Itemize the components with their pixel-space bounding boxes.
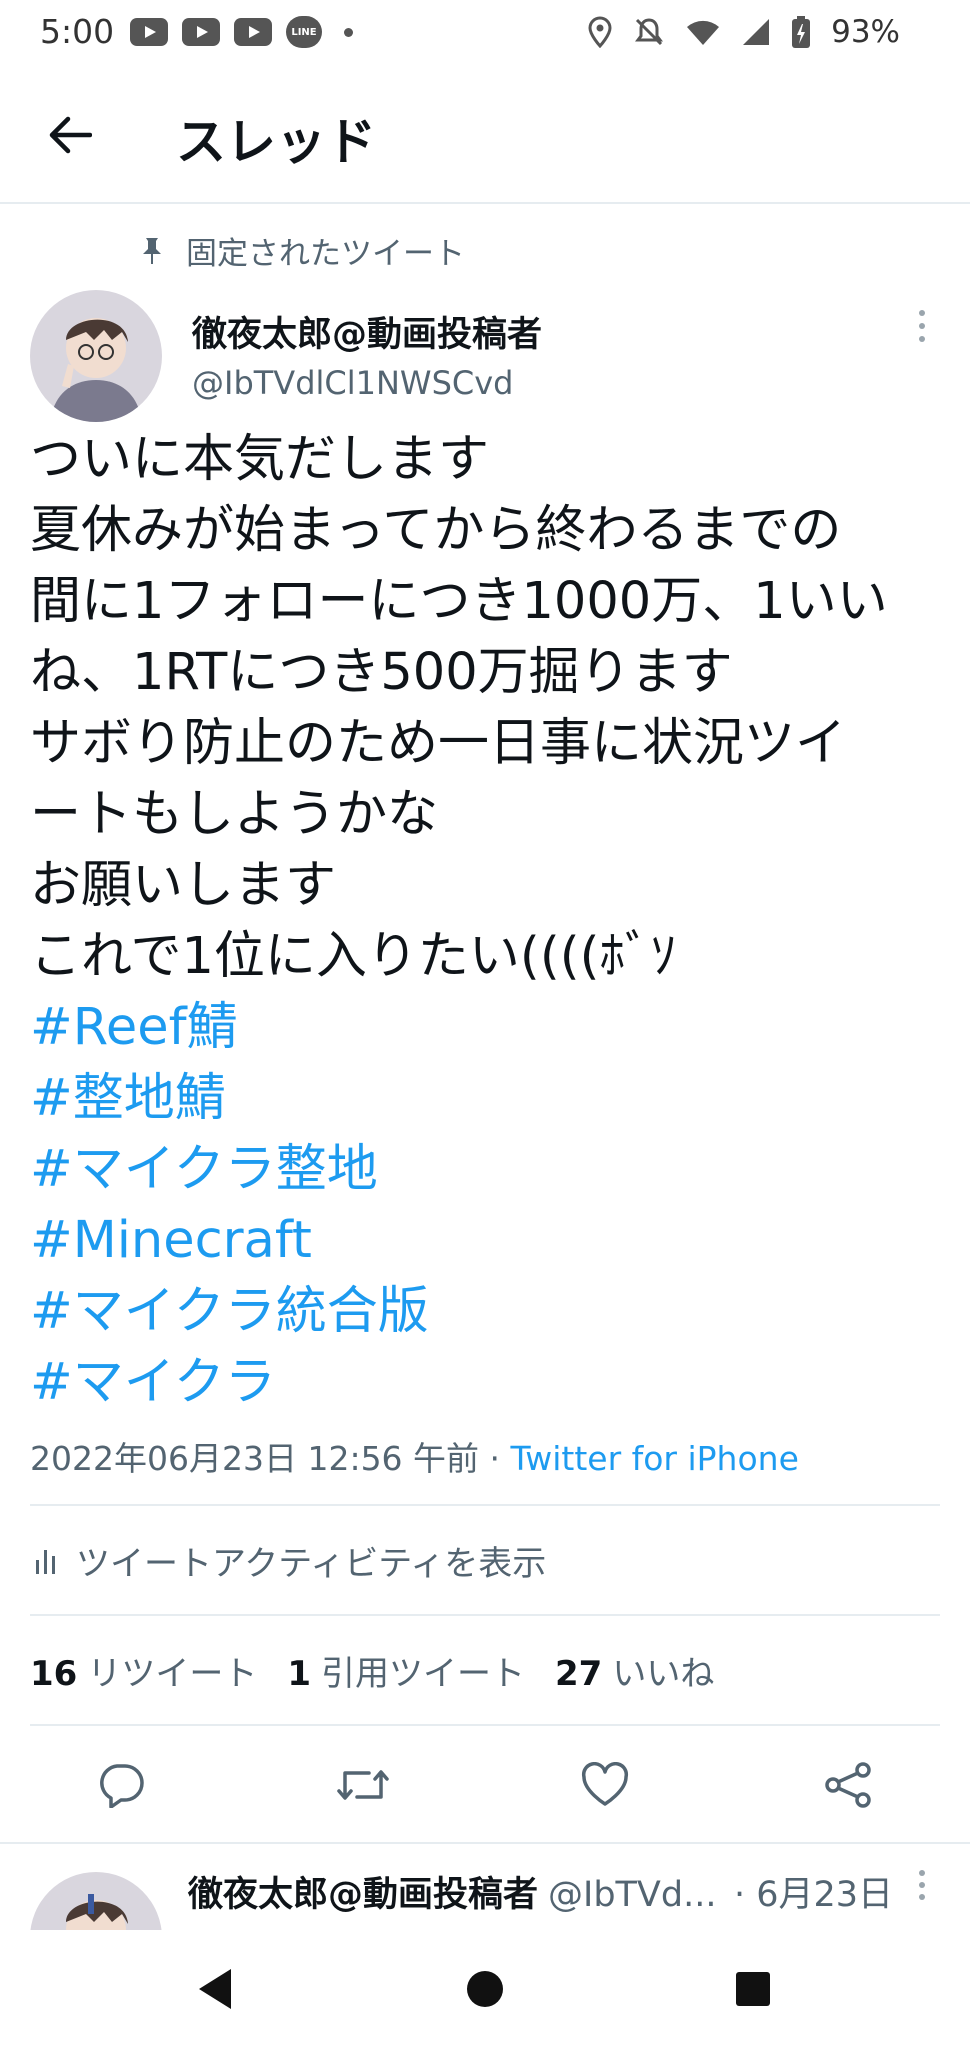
notification-icons: LINE [130, 16, 353, 48]
retweets-count: 16 [30, 1654, 78, 1694]
tweet-line: お願いします [30, 856, 337, 915]
tweet-line: ついに本気だします [30, 430, 490, 489]
battery-icon [792, 16, 811, 48]
more-dot-icon [919, 336, 925, 342]
hashtag-link[interactable]: #マイクラ整地 [30, 1134, 935, 1205]
wifi-icon [687, 20, 720, 45]
meta-separator: · [479, 1439, 511, 1478]
hashtag-link[interactable]: #マイクラ [30, 1347, 935, 1418]
youtube-icon [234, 18, 272, 46]
more-dot-icon [919, 1894, 925, 1900]
back-button[interactable] [40, 108, 100, 162]
youtube-icon [130, 18, 168, 46]
reply-button[interactable] [88, 1752, 154, 1818]
heart-icon [581, 1762, 629, 1806]
pin-icon [143, 237, 161, 264]
divider [30, 1614, 940, 1616]
divider [30, 1724, 940, 1726]
status-time: 5:00 [40, 12, 115, 51]
pinned-text: 固定されたツイート [186, 236, 465, 272]
tweet-stats: 16 リツイート 1 引用ツイート 27 いいね [30, 1646, 714, 1695]
reply-avatar-image [30, 1872, 162, 1930]
more-dot-icon [919, 323, 925, 329]
signal-icon [743, 19, 770, 45]
retweet-icon [337, 1770, 389, 1800]
line-icon: LINE [286, 16, 322, 48]
quotes-label: 引用ツイート [321, 1654, 525, 1694]
tweet-line: ートもしようかな [30, 785, 439, 844]
more-dot-icon [919, 310, 925, 316]
system-status: 93% [587, 14, 900, 50]
reply-date: · 6月23日 [734, 1875, 894, 1915]
tweet-line: サボり防止のため一日事に状況ツイ [30, 714, 847, 773]
tweet-source-link[interactable]: Twitter for iPhone [511, 1439, 799, 1478]
triangle-back-icon [199, 1969, 231, 2009]
quotes-count: 1 [287, 1654, 311, 1694]
likes-label: いいね [612, 1654, 715, 1694]
likes-stat[interactable]: 27 いいね [555, 1646, 714, 1695]
tweet-timestamp: 2022年06月23日 12:56 午前 [30, 1439, 480, 1478]
reply-more-button[interactable] [912, 1870, 932, 1906]
circle-home-icon [467, 1971, 503, 2007]
tweet-line: 夏休みが始まってから終わるまでの [30, 501, 842, 560]
reply-author: 徹夜太郎@動画投稿者 @IbTVd... [188, 1866, 716, 1917]
reply-icon [100, 1764, 144, 1808]
retweets-stat[interactable]: 16 リツイート [30, 1646, 257, 1695]
activity-label: ツイートアクティビティを表示 [76, 1544, 547, 1584]
page-title: スレッド [176, 113, 376, 171]
tweet-text: ついに本気だします 夏休みが始まってから終わるまでの 間に1フォローにつき100… [30, 424, 935, 1418]
hashtag-link[interactable]: #Minecraft [30, 1205, 935, 1276]
reply-author-handle: @IbTVd... [548, 1875, 717, 1915]
location-icon [588, 16, 612, 48]
nav-recents-button[interactable] [728, 1964, 778, 2014]
share-icon [825, 1762, 871, 1808]
author-name[interactable]: 徹夜太郎@動画投稿者 [192, 306, 542, 357]
tweet-line: これで1位に入りたい((((ﾎﾞｿ [30, 927, 677, 986]
retweet-button[interactable] [330, 1752, 396, 1818]
quotes-stat[interactable]: 1 引用ツイート [287, 1646, 525, 1695]
top-app-bar: スレッド [0, 66, 970, 204]
hashtag-link[interactable]: #Reef鯖 [30, 992, 935, 1063]
hashtag-link[interactable]: #マイクラ統合版 [30, 1276, 935, 1347]
pinned-label: 固定されたツイート [140, 228, 465, 273]
reply-avatar[interactable] [30, 1872, 162, 1930]
youtube-icon [182, 18, 220, 46]
arrow-left-icon [49, 116, 92, 154]
nav-home-button[interactable] [460, 1964, 510, 2014]
reply-tweet[interactable]: 徹夜太郎@動画投稿者 @IbTVd... · 6月23日 [0, 1846, 970, 1930]
tweet-line: 間に1フォローにつき1000万、1いい [30, 572, 888, 631]
mute-icon [635, 18, 664, 46]
tweet-actions [0, 1752, 970, 1818]
tweet-meta: 2022年06月23日 12:56 午前 · Twitter for iPhon… [30, 1432, 799, 1480]
square-recents-icon [736, 1972, 770, 2006]
more-dot-icon [919, 1870, 925, 1876]
nav-back-button[interactable] [190, 1964, 240, 2014]
share-button[interactable] [815, 1752, 881, 1818]
tweet-activity-button[interactable]: ツイートアクティビティを表示 [34, 1536, 546, 1585]
tweet-line: ね、1RTにつき500万掘ります [30, 643, 733, 702]
author-handle[interactable]: @IbTVdlCl1NWSCvd [192, 364, 513, 402]
system-nav-bar [0, 1930, 970, 2048]
reply-author-name: 徹夜太郎@動画投稿者 [188, 1875, 539, 1915]
retweets-label: リツイート [87, 1654, 258, 1694]
more-options-button[interactable] [912, 310, 932, 350]
more-notifications-dot-icon [344, 27, 353, 37]
likes-count: 27 [555, 1654, 603, 1694]
more-dot-icon [919, 1882, 925, 1888]
status-bar: 5:00 LINE 93% [0, 0, 970, 66]
avatar-image [30, 290, 162, 422]
hashtag-link[interactable]: #整地鯖 [30, 1063, 935, 1134]
like-button[interactable] [572, 1752, 638, 1818]
battery-percent: 93% [831, 14, 900, 50]
divider [0, 1842, 970, 1844]
avatar[interactable] [30, 290, 162, 422]
bar-chart-icon [36, 1549, 55, 1574]
divider [30, 1504, 940, 1506]
